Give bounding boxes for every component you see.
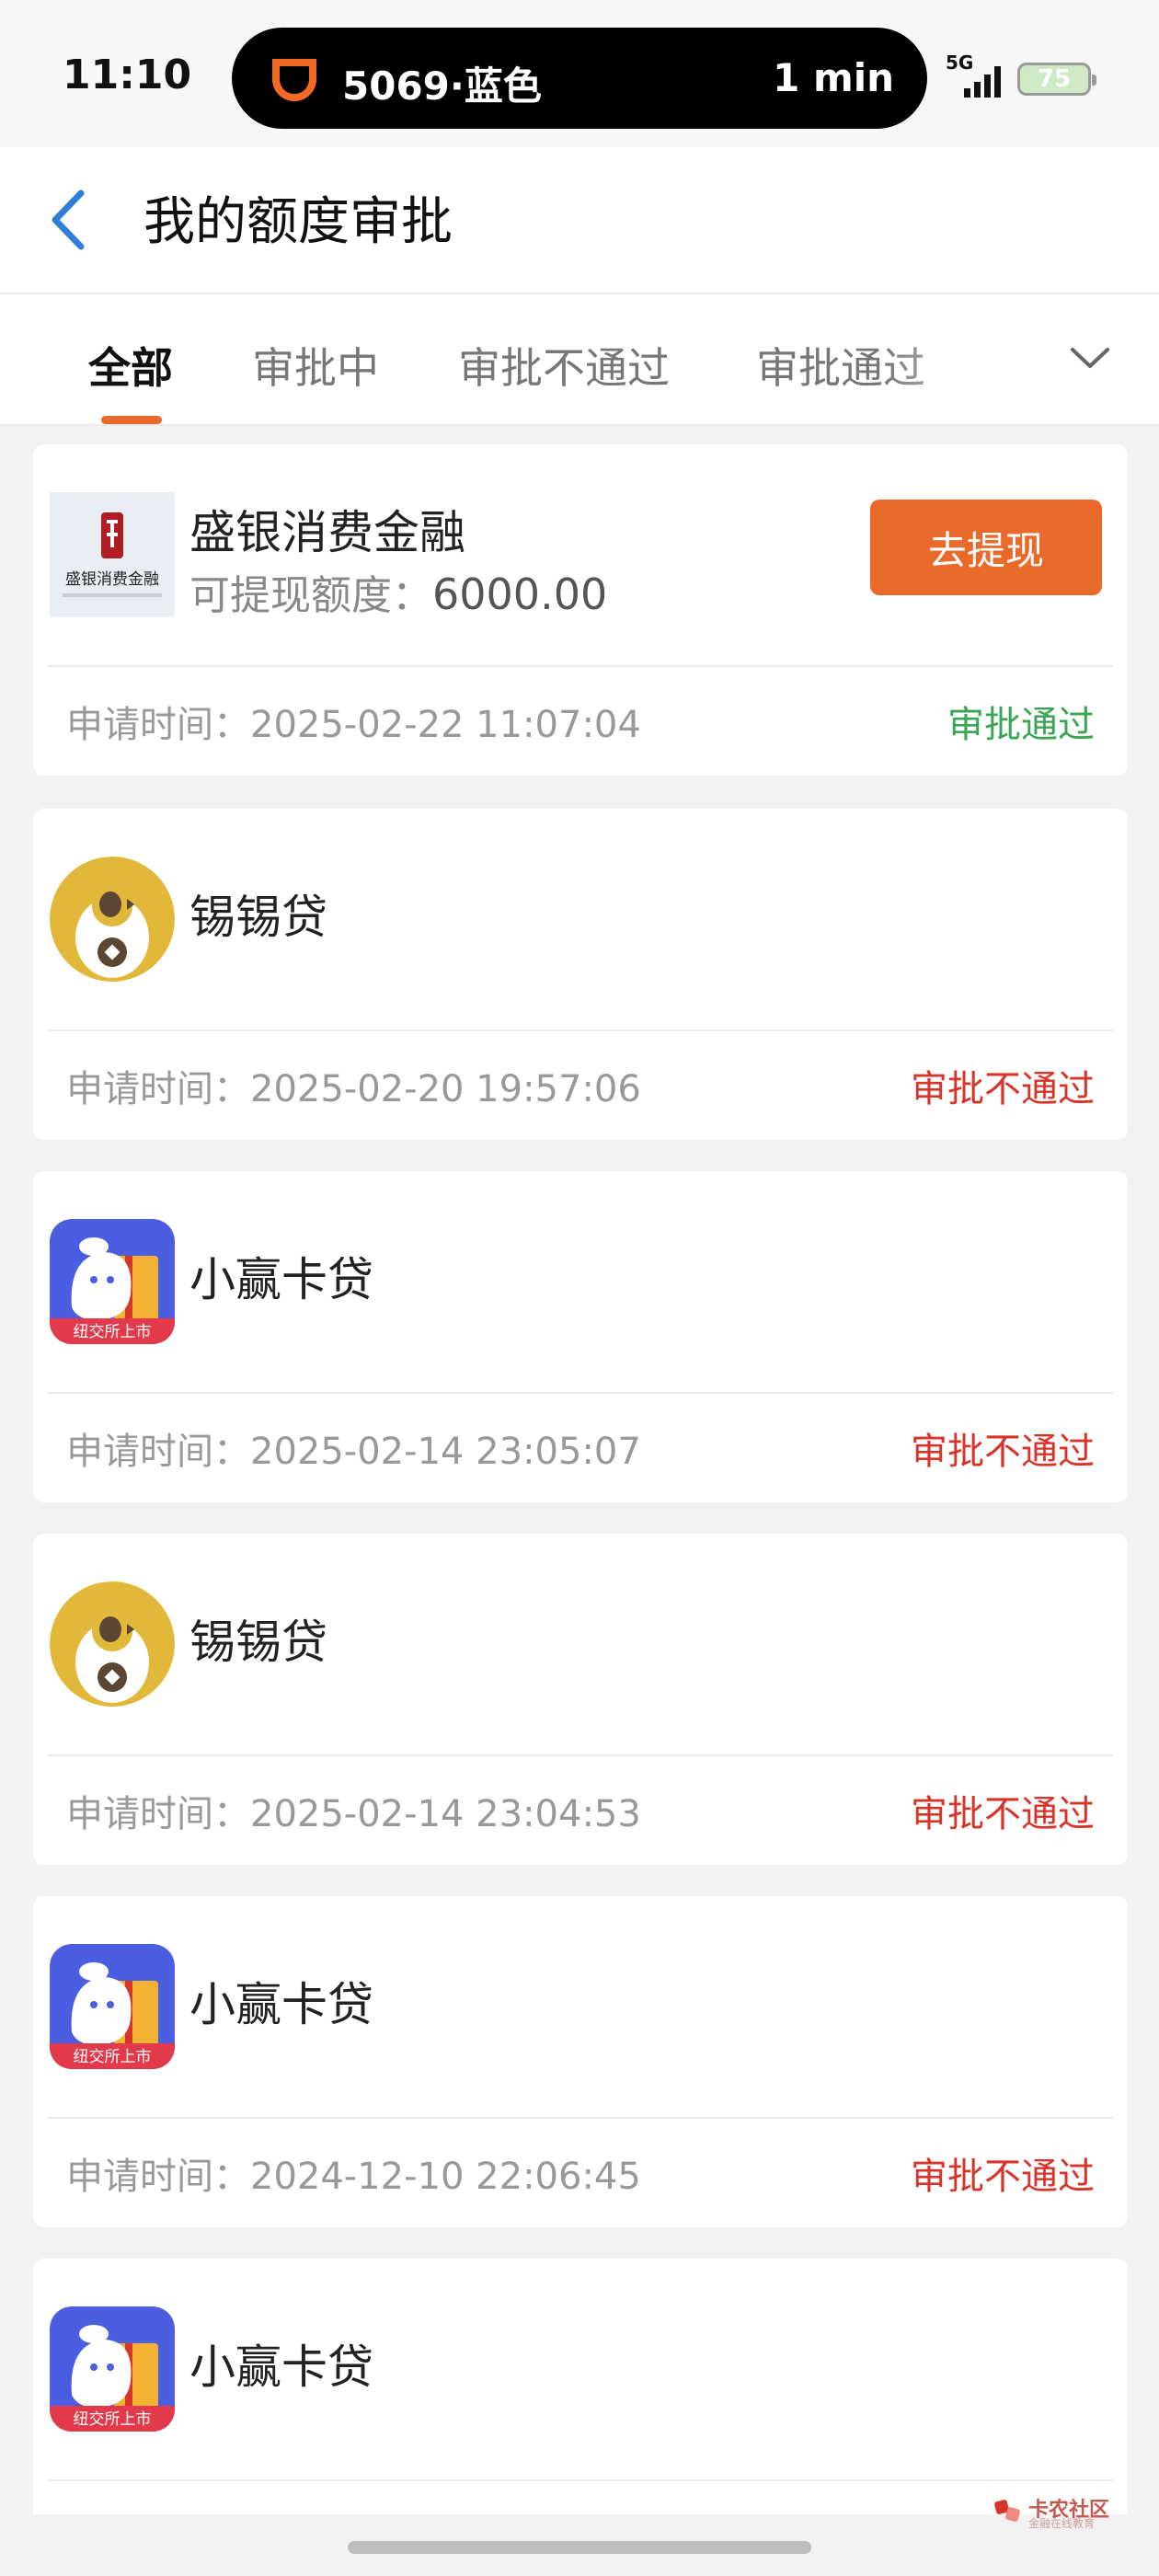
xiaoying-logo-badge: 纽交所上市 <box>74 2410 152 2429</box>
divider <box>48 1754 1113 1756</box>
tab-reviewing[interactable]: 审批中 <box>252 335 379 396</box>
kanong-logo-icon <box>994 2500 1020 2522</box>
quota-amount: 6000.00 <box>432 569 608 619</box>
xiaoying-logo-badge: 纽交所上市 <box>74 2048 152 2066</box>
status-time: 11:10 <box>63 52 192 98</box>
apply-time: 申请时间：2025-02-14 23:04:53 <box>66 1784 641 1837</box>
status-rejected: 审批不通过 <box>911 1793 1095 1835</box>
xiaoying-logo-icon: 纽交所上市 <box>50 1944 175 2069</box>
application-card[interactable]: 纽交所上市 小赢卡贷 申请时间：2024-12-10 22:06:45 审批不通… <box>33 1896 1128 2227</box>
tab-scroll-fade <box>883 294 1030 424</box>
application-card[interactable]: 纽交所上市 小赢卡贷 <box>33 2259 1128 2514</box>
apply-time-label: 申请时间： <box>66 1431 250 1473</box>
apply-time-value: 2025-02-22 11:07:04 <box>250 704 641 746</box>
active-tab-indicator <box>101 416 162 424</box>
apply-time-label: 申请时间： <box>66 1793 250 1835</box>
status-rejected: 审批不通过 <box>911 1431 1095 1473</box>
apply-time-value: 2025-02-14 23:04:53 <box>250 1793 641 1835</box>
apply-time: 申请时间：2025-02-20 19:57:06 <box>66 1059 641 1112</box>
tab-all[interactable]: 全部 <box>88 335 173 396</box>
battery-level: 75 <box>1037 65 1072 93</box>
shengyin-logo-text: 盛银消费金融 <box>65 570 159 589</box>
divider <box>48 2117 1113 2119</box>
apply-time-label: 申请时间： <box>66 2156 250 2198</box>
lender-name: 小赢卡贷 <box>189 2340 373 2394</box>
lender-name: 锡锡贷 <box>189 891 327 944</box>
xixidai-logo-icon <box>50 1581 175 1707</box>
didi-icon <box>272 59 316 101</box>
apply-time-label: 申请时间： <box>66 704 250 746</box>
status-rejected: 审批不通过 <box>911 2156 1095 2198</box>
chevron-down-icon[interactable] <box>1067 335 1113 381</box>
divider <box>48 1392 1113 1394</box>
nav-bar: 我的额度审批 <box>0 147 1159 293</box>
xiaoying-logo-badge: 纽交所上市 <box>74 1323 152 1341</box>
divider <box>48 665 1113 667</box>
battery-icon: 75 <box>1017 63 1096 96</box>
application-card[interactable]: 锡锡贷 申请时间：2025-02-20 19:57:06 审批不通过 <box>33 809 1128 1140</box>
apply-time: 申请时间：2025-02-22 11:07:04 <box>66 695 641 748</box>
lender-name: 锡锡贷 <box>189 1616 327 1669</box>
home-indicator[interactable] <box>348 2541 811 2554</box>
tab-rejected[interactable]: 审批不通过 <box>458 335 670 396</box>
ride-plate: 5069·蓝色 <box>342 63 542 109</box>
lender-name: 小赢卡贷 <box>189 1978 373 2031</box>
application-card[interactable]: 盛银消费金融 盛银消费金融 可提现额度：6000.00 去提现 申请时间：202… <box>33 444 1128 776</box>
watermark-sub: 金融在线教育 <box>1028 2517 1096 2530</box>
shengyin-logo-icon: 盛银消费金融 <box>50 492 175 617</box>
back-arrow-icon[interactable] <box>48 188 88 252</box>
application-list: 盛银消费金融 盛银消费金融 可提现额度：6000.00 去提现 申请时间：202… <box>0 426 1159 2514</box>
signal-icon <box>964 66 1001 98</box>
status-bar: 11:10 5069·蓝色 1 min 5G 75 <box>0 0 1159 147</box>
status-rejected: 审批不通过 <box>911 1068 1095 1110</box>
apply-time: 申请时间：2025-02-14 23:05:07 <box>66 1421 641 1475</box>
status-approved: 审批通过 <box>947 704 1095 746</box>
xixidai-logo-icon <box>50 857 175 982</box>
lender-name: 盛银消费金融 <box>189 506 465 559</box>
xiaoying-logo-icon: 纽交所上市 <box>50 1219 175 1344</box>
apply-time-value: 2025-02-14 23:05:07 <box>250 1431 641 1473</box>
ride-eta: 1 min <box>773 55 894 100</box>
xiaoying-logo-icon: 纽交所上市 <box>50 2306 175 2432</box>
dynamic-island-ride[interactable]: 5069·蓝色 1 min <box>232 28 927 129</box>
withdraw-button[interactable]: 去提现 <box>870 500 1102 595</box>
divider <box>48 2479 1113 2481</box>
apply-time-value: 2024-12-10 22:06:45 <box>250 2156 641 2198</box>
application-card[interactable]: 纽交所上市 小赢卡贷 申请时间：2025-02-14 23:05:07 审批不通… <box>33 1171 1128 1502</box>
lender-name: 小赢卡贷 <box>189 1253 373 1306</box>
quota-line: 可提现额度：6000.00 <box>189 562 607 621</box>
tab-bar: 全部 审批中 审批不通过 审批通过 <box>0 293 1159 426</box>
page-title: 我的额度审批 <box>143 192 453 252</box>
divider <box>48 1029 1113 1031</box>
apply-time-value: 2025-02-20 19:57:06 <box>250 1068 641 1110</box>
watermark: 卡农社区 金融在线教育 <box>993 2493 1131 2530</box>
apply-time: 申请时间：2024-12-10 22:06:45 <box>66 2146 641 2200</box>
application-card[interactable]: 锡锡贷 申请时间：2025-02-14 23:04:53 审批不通过 <box>33 1534 1128 1865</box>
apply-time-label: 申请时间： <box>66 1068 250 1110</box>
quota-label: 可提现额度： <box>189 572 432 619</box>
